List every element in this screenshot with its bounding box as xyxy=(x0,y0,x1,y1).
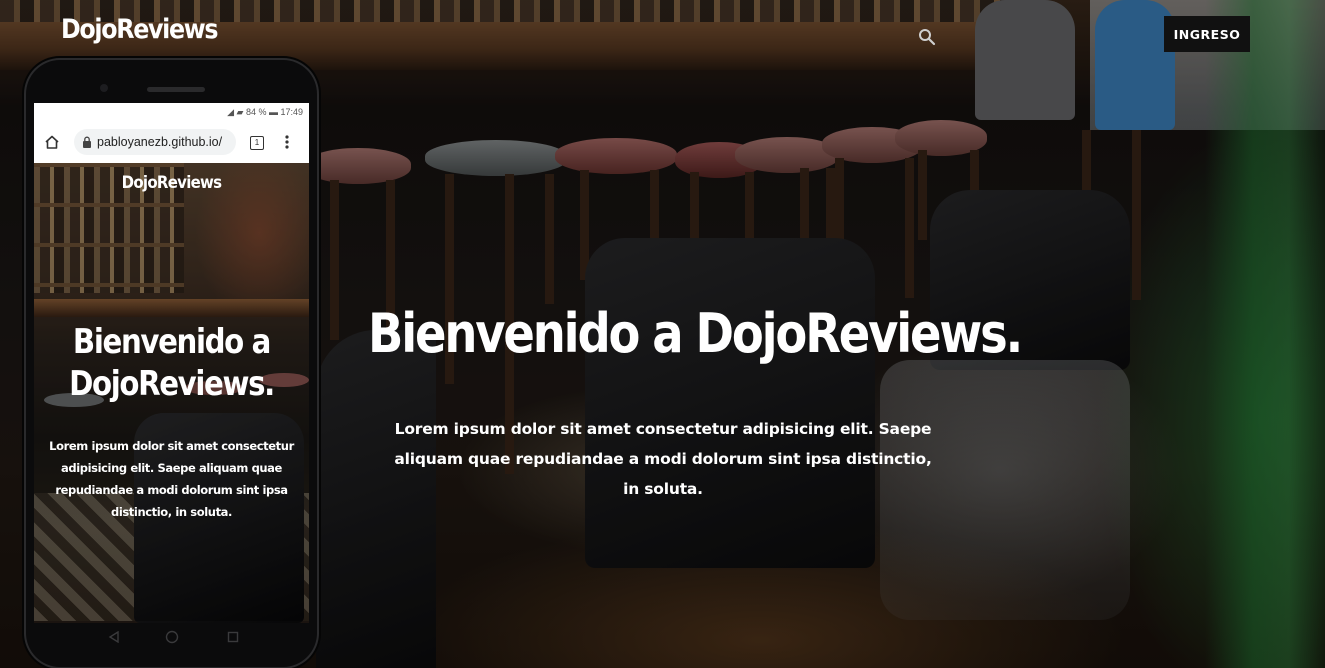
hero-text: Lorem ipsum dolor sit amet consectetur a… xyxy=(394,420,932,498)
phone-screen: ◢ ▰ 84 % ▬ 17:49 pabloyanezb.github.io/ … xyxy=(34,103,309,623)
url-text: pabloyanezb.github.io/ xyxy=(97,135,223,149)
home-circle-icon[interactable] xyxy=(165,630,179,644)
browser-address-bar: pabloyanezb.github.io/ 1 xyxy=(34,121,309,164)
brand-logo[interactable]: DojoReviews xyxy=(61,14,219,45)
speaker xyxy=(147,87,205,92)
phone-mockup: ◢ ▰ 84 % ▬ 17:49 pabloyanezb.github.io/ … xyxy=(26,60,317,667)
landing-page: DojoReviews INGRESO Bienvenido a DojoRev… xyxy=(0,0,1325,668)
tabs-count-button[interactable]: 1 xyxy=(250,136,264,150)
search-icon[interactable] xyxy=(918,28,936,46)
more-menu-icon[interactable] xyxy=(284,134,290,150)
camera xyxy=(100,84,108,92)
url-field[interactable]: pabloyanezb.github.io/ xyxy=(74,129,236,155)
login-button[interactable]: INGRESO xyxy=(1164,16,1250,52)
status-text: ◢ ▰ 84 % ▬ 17:49 xyxy=(227,107,303,117)
back-icon[interactable] xyxy=(108,631,120,643)
android-nav-bar xyxy=(34,623,309,653)
status-bar: ◢ ▰ 84 % ▬ 17:49 xyxy=(34,103,309,121)
phone-hero-title: Bienvenido a DojoReviews. xyxy=(69,322,275,404)
phone-hero-text: Lorem ipsum dolor sit amet consectetur a… xyxy=(49,439,294,519)
recent-apps-icon[interactable] xyxy=(227,631,239,643)
hero-title: Bienvenido a DojoReviews. xyxy=(368,302,1023,365)
lock-icon xyxy=(83,136,91,148)
phone-brand-logo[interactable]: DojoReviews xyxy=(51,173,293,193)
phone-page-content: DojoReviews Bienvenido a DojoReviews. Lo… xyxy=(34,163,309,623)
home-icon[interactable] xyxy=(44,135,60,149)
